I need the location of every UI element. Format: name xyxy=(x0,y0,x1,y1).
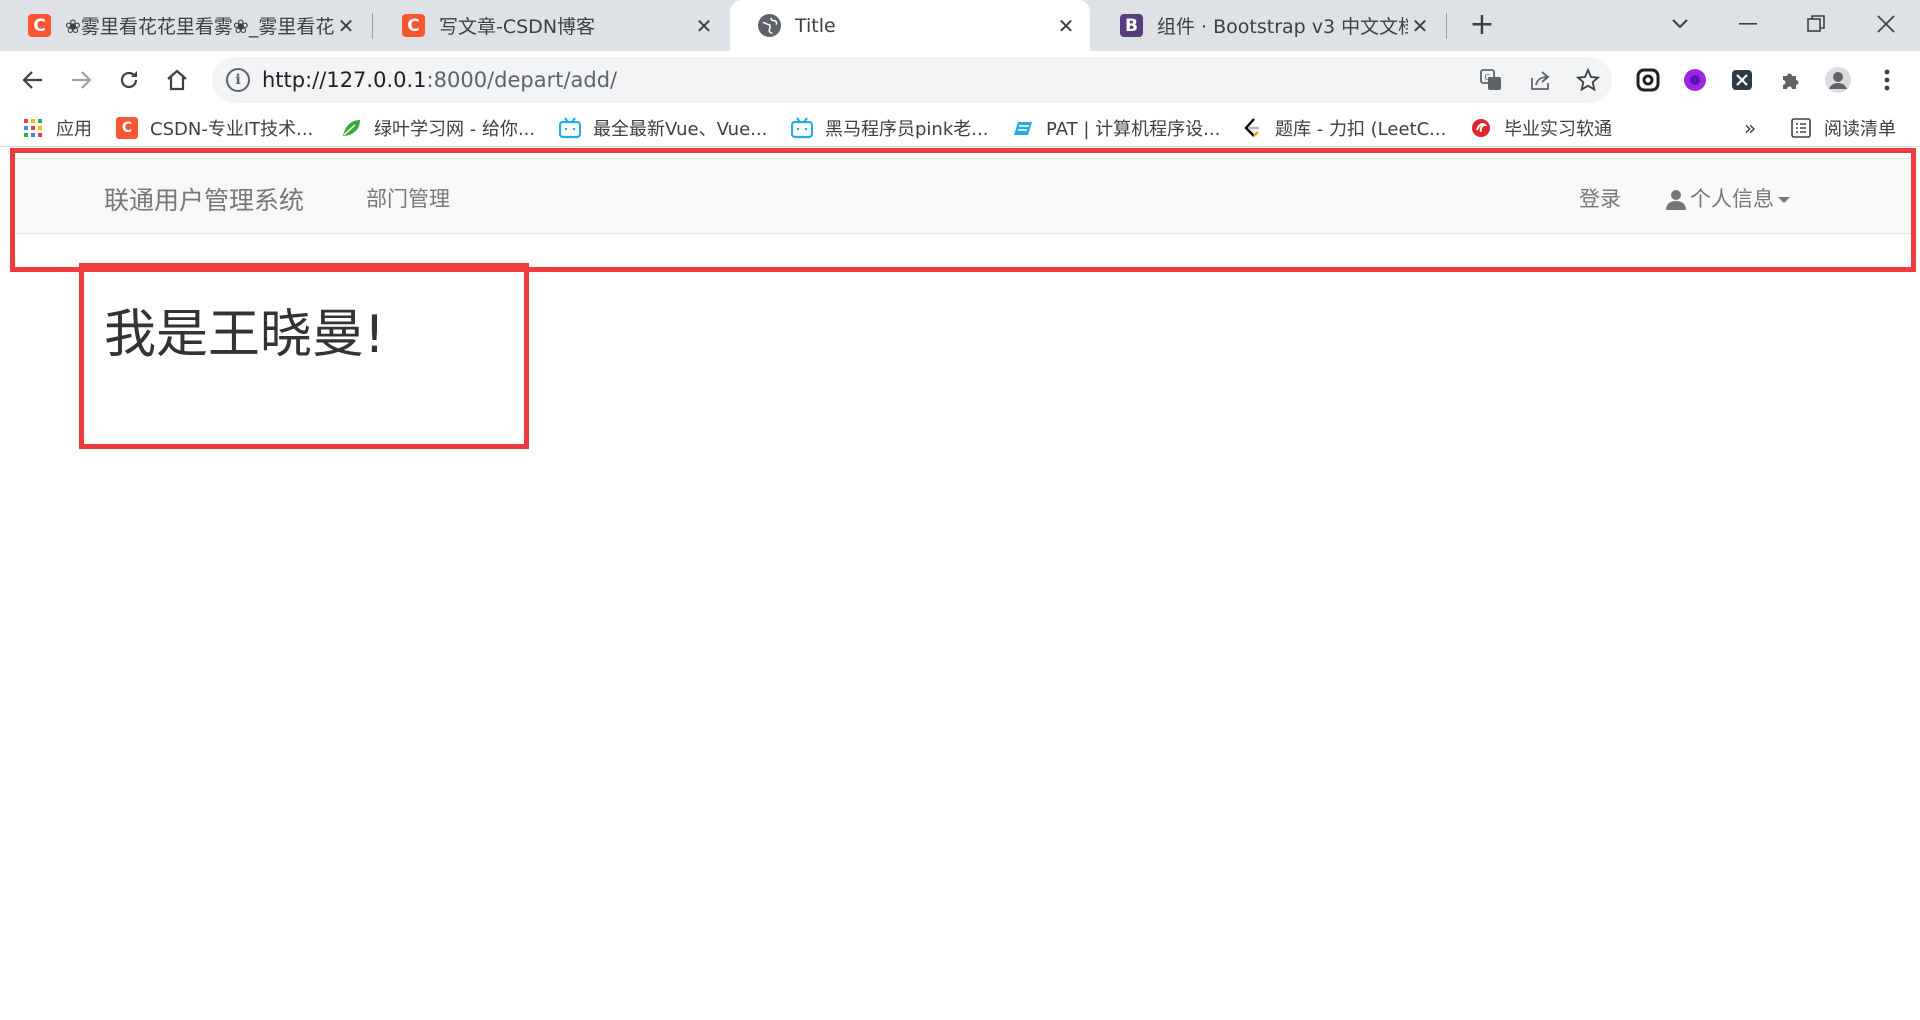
reading-list-label: 阅读清单 xyxy=(1824,119,1896,140)
tab-title: ❀雾里看花花里看雾❀_雾里看花 xyxy=(65,16,334,38)
reload-icon[interactable] xyxy=(110,61,148,99)
extensions-puzzle-icon[interactable] xyxy=(1776,65,1806,95)
bookmark-star-icon[interactable] xyxy=(1574,66,1602,94)
close-tab-icon[interactable]: ✕ xyxy=(692,14,716,38)
bookmark-apps[interactable]: 应用 xyxy=(22,115,92,141)
share-icon[interactable] xyxy=(1526,66,1554,94)
leaf-icon xyxy=(340,117,362,139)
bilibili-icon xyxy=(559,117,581,139)
profile-avatar-icon[interactable] xyxy=(1823,65,1853,95)
browser-toolbar: i http://127.0.0.1:8000/depart/add/ G xyxy=(0,51,1920,109)
new-tab-button[interactable]: + xyxy=(1466,10,1498,42)
tab-bootstrap[interactable]: B 组件 · Bootstrap v3 中文文档 | B ✕ xyxy=(1092,0,1444,51)
bookmark-label: 绿叶学习网 - 给你... xyxy=(374,119,536,140)
leetcode-icon xyxy=(1241,117,1263,139)
bilibili-icon xyxy=(791,117,813,139)
reading-list-button[interactable]: 阅读清单 xyxy=(1790,115,1896,141)
highlight-box-navbar xyxy=(10,148,1916,272)
home-icon[interactable] xyxy=(158,61,196,99)
restore-icon[interactable] xyxy=(1796,6,1836,42)
tab-title-active[interactable]: Title ✕ xyxy=(730,0,1090,51)
tab-strip: C ❀雾里看花花里看雾❀_雾里看花 ✕ C 写文章-CSDN博客 ✕ Title… xyxy=(0,0,1920,51)
svg-text:G: G xyxy=(1484,73,1490,82)
tab-title: 写文章-CSDN博客 xyxy=(439,16,596,38)
bookmark-pat[interactable]: PAT | 计算机程序设... xyxy=(1012,115,1220,141)
bookmarks-bar: 应用 C CSDN-专业IT技术... 绿叶学习网 - 给你... 最全最新Vu… xyxy=(0,109,1920,147)
apps-grid-icon xyxy=(22,117,44,139)
tab-search-icon[interactable] xyxy=(1660,6,1700,42)
close-tab-icon[interactable]: ✕ xyxy=(1408,14,1432,38)
globe-icon xyxy=(758,14,781,37)
csdn-favicon-icon: C xyxy=(28,14,51,37)
bootstrap-favicon-icon: B xyxy=(1120,14,1143,37)
url-text[interactable]: http://127.0.0.1:8000/depart/add/ xyxy=(262,68,617,92)
bookmark-label: 应用 xyxy=(56,119,92,140)
highlight-box-heading xyxy=(79,263,529,449)
extension-link-icon[interactable] xyxy=(1633,65,1663,95)
tab-divider xyxy=(1446,13,1447,39)
bookmark-pink[interactable]: 黑马程序员pink老... xyxy=(791,115,988,141)
close-tab-icon[interactable]: ✕ xyxy=(334,14,358,38)
reading-list-icon xyxy=(1790,117,1812,139)
translate-icon[interactable]: G xyxy=(1477,66,1505,94)
bookmark-csdn[interactable]: C CSDN-专业IT技术... xyxy=(116,115,313,141)
extension-x-icon[interactable] xyxy=(1727,65,1757,95)
pat-icon xyxy=(1012,117,1034,139)
forward-icon[interactable] xyxy=(62,61,100,99)
bookmark-lvye[interactable]: 绿叶学习网 - 给你... xyxy=(340,115,535,141)
close-window-icon[interactable] xyxy=(1866,6,1906,42)
csdn-icon: C xyxy=(116,117,138,139)
close-tab-icon[interactable]: ✕ xyxy=(1054,14,1078,38)
browser-menu-icon[interactable] xyxy=(1872,65,1902,95)
site-info-icon[interactable]: i xyxy=(226,68,250,92)
tab-title: Title xyxy=(795,14,836,37)
url-host: http://127.0.0.1 xyxy=(262,68,427,92)
bookmark-label: CSDN-专业IT技术... xyxy=(150,119,314,140)
softtone-icon xyxy=(1470,117,1492,139)
minimize-icon[interactable] xyxy=(1728,6,1768,42)
tab-divider xyxy=(372,13,373,39)
tab-csdn-2[interactable]: C 写文章-CSDN博客 ✕ xyxy=(374,0,728,51)
bookmark-label: 黑马程序员pink老... xyxy=(825,119,989,140)
more-bookmarks-label: » xyxy=(1744,116,1757,140)
bookmark-label: 最全最新Vue、Vue... xyxy=(593,119,768,140)
bookmark-label: 题库 - 力扣 (LeetC... xyxy=(1275,119,1447,140)
url-path: :8000/depart/add/ xyxy=(426,68,618,92)
extension-purple-icon[interactable] xyxy=(1680,65,1710,95)
more-bookmarks-button[interactable]: » xyxy=(1744,115,1756,141)
bookmark-label: 毕业实习软通 xyxy=(1504,119,1612,140)
bookmark-softtone[interactable]: 毕业实习软通 xyxy=(1470,115,1612,141)
back-icon[interactable] xyxy=(14,61,52,99)
bookmark-label: PAT | 计算机程序设... xyxy=(1046,119,1221,140)
tab-title: 组件 · Bootstrap v3 中文文档 | B xyxy=(1157,16,1408,38)
tab-csdn-1[interactable]: C ❀雾里看花花里看雾❀_雾里看花 ✕ xyxy=(0,0,370,51)
csdn-favicon-icon: C xyxy=(402,14,425,37)
bookmark-vue[interactable]: 最全最新Vue、Vue... xyxy=(559,115,767,141)
address-bar[interactable]: i http://127.0.0.1:8000/depart/add/ G xyxy=(212,57,1612,103)
bookmark-leetcode[interactable]: 题库 - 力扣 (LeetC... xyxy=(1241,115,1446,141)
